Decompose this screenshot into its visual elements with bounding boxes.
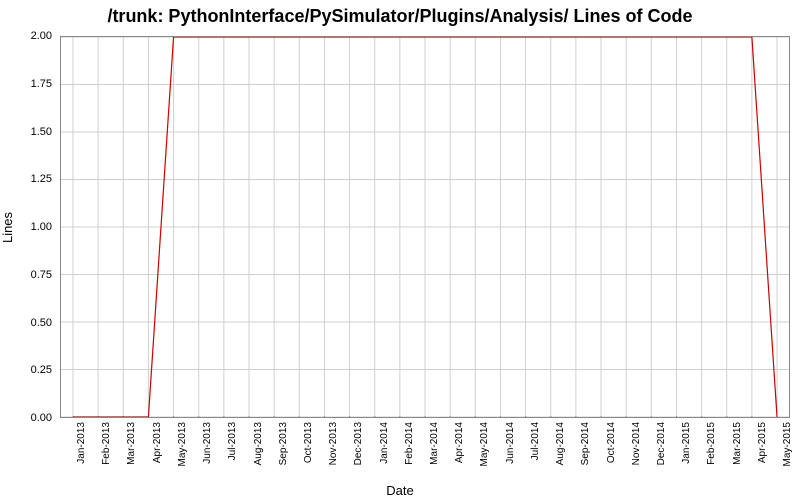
x-tick-label: Apr-2015	[757, 422, 768, 463]
x-tick-label: Dec-2013	[353, 422, 364, 465]
x-tick-label: Aug-2013	[253, 422, 264, 465]
x-tick-label: Jul-2014	[530, 422, 541, 460]
y-tick-label: 1.50	[31, 126, 52, 138]
x-tick-label: Sep-2014	[580, 422, 591, 465]
x-tick-label: Aug-2014	[555, 422, 566, 465]
y-tick-label: 1.75	[31, 78, 52, 90]
x-tick-label: Nov-2013	[328, 422, 339, 465]
x-tick-label: Jul-2013	[227, 422, 238, 460]
chart-container: /trunk: PythonInterface/PySimulator/Plug…	[0, 0, 800, 500]
y-tick-label: 0.00	[31, 412, 52, 424]
y-tick-label: 0.75	[31, 269, 52, 281]
x-tick-label: Sep-2013	[278, 422, 289, 465]
x-tick-label: Feb-2015	[706, 422, 717, 465]
plot-area	[60, 36, 790, 418]
y-tick-label: 0.25	[31, 364, 52, 376]
x-tick-label: May-2013	[177, 422, 188, 466]
y-tick-label: 2.00	[31, 30, 52, 42]
x-tick-label: Jan-2013	[76, 422, 87, 464]
x-tick-label: Jun-2013	[202, 422, 213, 464]
x-tick-label: May-2015	[782, 422, 793, 466]
x-tick-label: Mar-2013	[126, 422, 137, 465]
x-tick-label: Dec-2014	[656, 422, 667, 465]
x-tick-label: Feb-2014	[404, 422, 415, 465]
y-tick-label: 1.25	[31, 173, 52, 185]
y-tick-label: 1.00	[31, 221, 52, 233]
x-tick-label: Feb-2013	[101, 422, 112, 465]
x-axis-ticks: Jan-2013 Feb-2013 Mar-2013 Apr-2013 May-2013…	[60, 418, 790, 488]
x-tick-label: Apr-2013	[152, 422, 163, 463]
chart-title: /trunk: PythonInterface/PySimulator/Plug…	[0, 6, 800, 27]
y-tick-label: 0.50	[31, 317, 52, 329]
x-tick-label: Jan-2015	[681, 422, 692, 464]
x-tick-label: Mar-2014	[429, 422, 440, 465]
x-tick-label: Jun-2014	[505, 422, 516, 464]
x-tick-label: Mar-2015	[732, 422, 743, 465]
y-axis-ticks: 0.000.250.500.751.001.251.501.752.00	[0, 36, 56, 418]
x-tick-label: Oct-2014	[606, 422, 617, 463]
x-tick-label: Oct-2013	[303, 422, 314, 463]
x-axis-label: Date	[0, 483, 800, 498]
x-tick-label: May-2014	[479, 422, 490, 466]
plot-svg	[61, 37, 789, 417]
x-tick-label: Nov-2014	[631, 422, 642, 465]
x-tick-label: Jan-2014	[379, 422, 390, 464]
x-tick-label: Apr-2014	[454, 422, 465, 463]
